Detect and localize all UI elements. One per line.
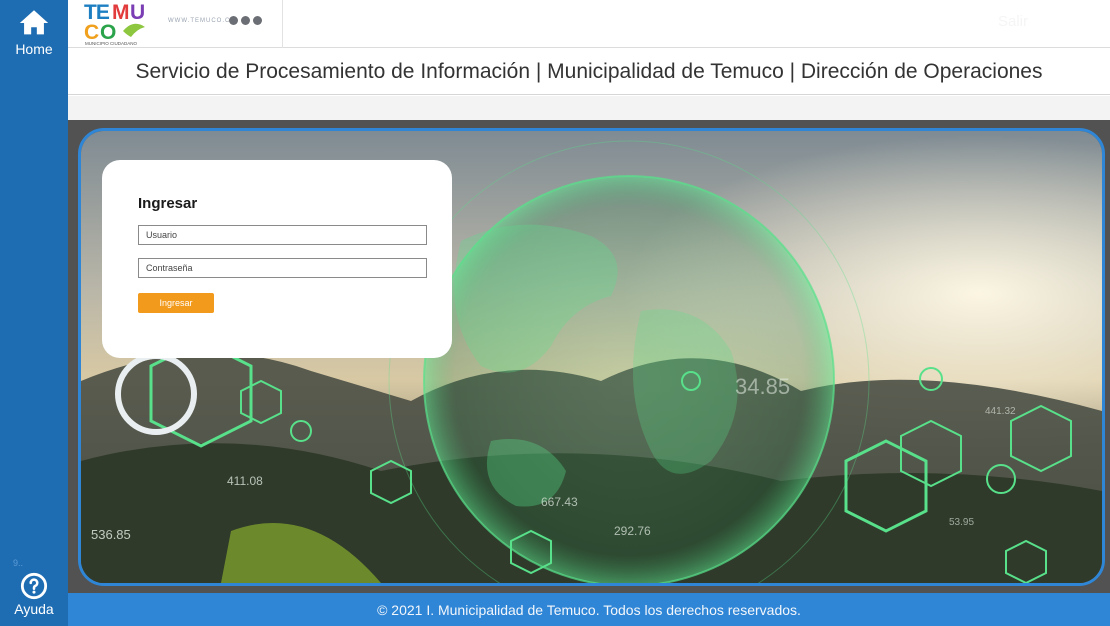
svg-text:292.76: 292.76 (614, 524, 651, 538)
footer: © 2021 I. Municipalidad de Temuco. Todos… (68, 593, 1110, 626)
temuco-logo: TE M U C O MUNICIPIO CIUDADANO (84, 1, 145, 46)
help-circle-icon (20, 572, 48, 600)
svg-text:U: U (130, 1, 144, 24)
page-title: Servicio de Procesamiento de Información… (135, 59, 1043, 83)
copyright-text: © 2021 I. Municipalidad de Temuco. Todos… (377, 601, 801, 618)
site-url[interactable]: WWW.TEMUCO.CL (168, 18, 235, 24)
help-button[interactable]: Ayuda (0, 572, 68, 617)
version-text: 9.. (13, 558, 24, 568)
home-label: Home (15, 41, 53, 57)
sidebar: Home 9.. Ayuda (0, 0, 68, 626)
svg-text:536.85: 536.85 (91, 527, 131, 542)
title-bar: Servicio de Procesamiento de Información… (68, 49, 1110, 95)
instagram-icon[interactable] (253, 16, 262, 25)
social-links (229, 16, 262, 25)
password-field[interactable] (138, 258, 427, 278)
username-field[interactable] (138, 225, 427, 245)
top-bar: TE M U C O MUNICIPIO CIUDADANO WWW.TEMUC… (68, 0, 1110, 48)
svg-text:441.32: 441.32 (985, 406, 1016, 417)
svg-text:53.95: 53.95 (949, 517, 974, 528)
svg-text:411.08: 411.08 (227, 474, 263, 488)
facebook-icon[interactable] (229, 16, 238, 25)
home-button[interactable]: Home (0, 6, 68, 57)
help-label: Ayuda (14, 601, 54, 617)
svg-text:34.85: 34.85 (735, 374, 790, 399)
login-heading: Ingresar (138, 195, 198, 212)
twitter-icon[interactable] (241, 16, 250, 25)
spacer-band (68, 96, 1110, 120)
login-card: Ingresar Ingresar (102, 160, 452, 358)
home-icon (19, 10, 49, 35)
logo-area[interactable]: TE M U C O MUNICIPIO CIUDADANO WWW.TEMUC… (68, 0, 283, 48)
login-button[interactable]: Ingresar (138, 293, 214, 313)
svg-text:MUNICIPIO CIUDADANO: MUNICIPIO CIUDADANO (85, 41, 138, 46)
svg-text:667.43: 667.43 (541, 495, 578, 509)
logout-link[interactable]: Salir (998, 13, 1028, 30)
